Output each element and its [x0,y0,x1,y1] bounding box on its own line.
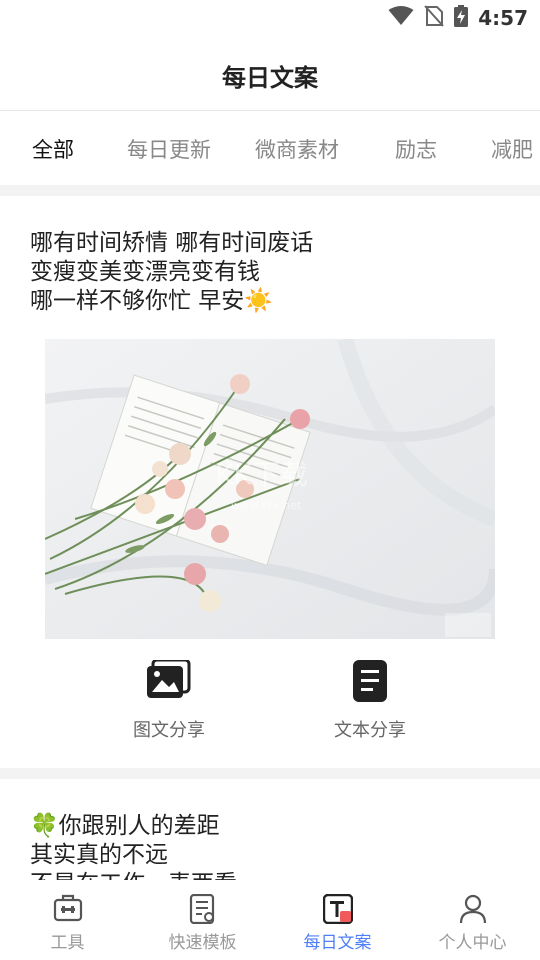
battery-charging-icon [454,5,469,31]
page-title: 每日文案 [222,64,318,92]
nav-daily-copy[interactable]: 每日文案 [270,894,405,953]
tab-weight-loss[interactable]: 减肥 [491,134,533,164]
daily-copy-icon [270,894,405,924]
category-tabs: 全部 每日更新 微商素材 励志 减肥 [0,111,540,185]
text-share-label: 文本分享 [334,720,406,741]
tab-daily-update[interactable]: 每日更新 [127,134,211,164]
card-line: 其实真的不远 [30,842,168,868]
image-share-icon [94,660,244,704]
app-bar: 每日文案 [0,36,540,111]
tab-inspiration[interactable]: 励志 [395,134,437,164]
card-line: 哪一样不够你忙 早安☀️ [30,288,273,314]
section-divider [0,185,540,196]
status-bar: 4:57 [0,0,540,36]
image-share-label: 图文分享 [133,720,205,741]
card-line: 不是在工作，麦西看 [30,870,237,880]
tab-wechat-material[interactable]: 微商素材 [255,134,339,164]
bottom-nav: 工具 快速模板 每日文案 个人中心 [0,880,540,960]
status-icons: 4:57 [388,5,528,31]
image-watermark: KK下载 [215,458,308,491]
card-2: 🍀你跟别人的差距 其实真的不远 不是在工作，麦西看 [0,800,540,880]
status-time: 4:57 [478,6,528,30]
text-share-icon [295,660,445,704]
nav-label: 工具 [50,933,85,953]
person-icon [405,894,540,924]
image-watermark-url: www.kkx.net [231,499,302,512]
nav-label: 快速模板 [168,933,237,953]
nav-label: 每日文案 [303,933,372,953]
nav-tools[interactable]: 工具 [0,894,135,953]
wifi-icon [388,6,414,30]
card-line: 哪有时间矫情 哪有时间废话 [30,230,314,256]
card-image[interactable]: KK下载 www.kkx.net [45,339,495,639]
card-line: 🍀你跟别人的差距 [30,813,220,839]
card-text: 哪有时间矫情 哪有时间废话 变瘦变美变漂亮变有钱 哪一样不够你忙 早安☀️ [30,229,313,316]
toolbox-icon [0,894,135,924]
image-share-button[interactable]: 图文分享 [94,660,244,742]
section-divider [0,768,540,779]
text-share-button[interactable]: 文本分享 [295,660,445,742]
no-sim-icon [424,5,444,31]
card-text: 🍀你跟别人的差距 其实真的不远 不是在工作，麦西看 [30,812,237,880]
template-icon [135,894,270,924]
nav-profile[interactable]: 个人中心 [405,894,540,953]
nav-label: 个人中心 [438,933,507,953]
tab-all[interactable]: 全部 [32,134,74,164]
card-line: 变瘦变美变漂亮变有钱 [30,259,260,285]
nav-templates[interactable]: 快速模板 [135,894,270,953]
